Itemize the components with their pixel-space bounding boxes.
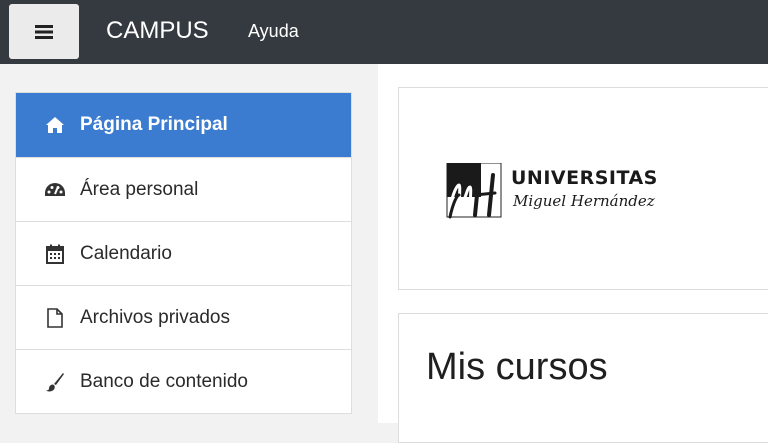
sidebar-item-label: Banco de contenido: [80, 370, 248, 392]
sidebar-item-label: Archivos privados: [80, 306, 230, 328]
dashboard-icon: [44, 179, 66, 201]
menu-toggle-button[interactable]: [9, 4, 79, 59]
sidebar-item-label: Área personal: [80, 178, 199, 200]
sidebar-nav: Página Principal Área personal Calendari…: [15, 92, 352, 414]
sidebar-item-label: Página Principal: [80, 114, 228, 135]
help-link[interactable]: Ayuda: [248, 19, 299, 43]
sidebar-item-dashboard[interactable]: Área personal: [16, 157, 351, 221]
brush-icon: [44, 371, 66, 393]
hamburger-icon: [35, 24, 53, 39]
brand-link[interactable]: CAMPUS: [106, 15, 209, 47]
logo-title: UNIVERSITAS: [511, 167, 658, 189]
sidebar-item-content-bank[interactable]: Banco de contenido: [16, 349, 351, 413]
sidebar-item-private-files[interactable]: Archivos privados: [16, 285, 351, 349]
sidebar-item-home[interactable]: Página Principal: [16, 93, 351, 157]
home-icon: [44, 114, 66, 136]
sidebar-item-calendar[interactable]: Calendario: [16, 221, 351, 285]
courses-heading: Mis cursos: [426, 346, 608, 388]
umh-logo-icon: [446, 163, 502, 219]
file-icon: [44, 307, 66, 329]
logo-subtitle: Miguel Hernández: [513, 192, 655, 210]
calendar-icon: [44, 243, 66, 265]
sidebar-item-label: Calendario: [80, 242, 172, 264]
top-navbar: CAMPUS Ayuda: [0, 0, 768, 64]
